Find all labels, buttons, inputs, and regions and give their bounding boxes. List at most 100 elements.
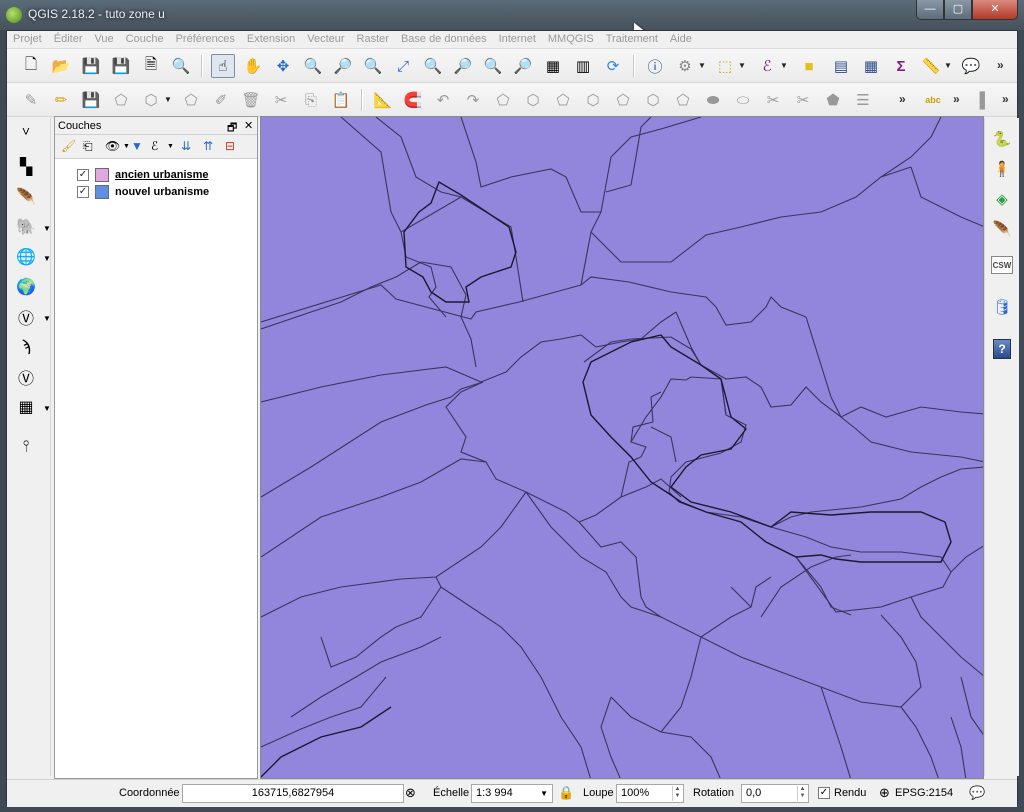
composer-manager-icon[interactable]: 🔍 [169,54,193,78]
move-feature-icon[interactable]: ⬡ [139,88,163,112]
zoom-layer-icon[interactable]: 🔎 [451,54,475,78]
toggle-editing-icon[interactable]: ✏ [49,88,73,112]
save-as-icon[interactable]: 💾 [109,54,133,78]
add-delimited-text-icon[interactable]: ϡ [13,334,39,360]
new-print-composer-icon[interactable]: 🗎 [139,54,163,78]
copy-icon[interactable]: ⎘ [299,88,323,112]
add-raster-layer-icon[interactable]: ▚ [13,154,39,180]
messages-icon[interactable]: 💬 [969,785,985,801]
chevron-down-icon[interactable]: ▼ [540,789,548,798]
layer-item[interactable]: ✓ nouvel urbanisme [77,184,209,200]
select-by-expression-icon[interactable]: ℰ [755,54,779,78]
add-wms-layer-icon[interactable]: 🌐 [13,244,39,270]
add-group-icon[interactable]: ⎗ [83,139,93,154]
remove-layer-icon[interactable]: ⊟ [225,139,235,153]
split-features-icon[interactable]: ✂ [761,88,785,112]
maximize-button[interactable]: ▢ [944,0,972,20]
pan-map-icon[interactable]: ☝ [211,54,235,78]
chevron-down-icon[interactable]: ▼ [43,254,51,263]
pan-hand-icon[interactable]: ✋ [241,54,265,78]
menu-vecteur[interactable]: Vecteur [301,31,350,45]
pan-to-selection-icon[interactable]: ✥ [271,54,295,78]
toolbar-overflow-button[interactable]: » [899,92,906,106]
chevron-down-icon[interactable]: ▼ [123,143,130,150]
node-tool-icon[interactable]: ⬠ [179,88,203,112]
add-wfs-layer-icon[interactable]: Ⓥ [13,304,39,330]
undo-icon[interactable]: ↶ [431,88,455,112]
attribute-table-icon[interactable]: ▤ [829,54,853,78]
visibility-icon[interactable]: 👁 [105,139,120,153]
menu-vue[interactable]: Vue [89,31,120,45]
csw-button[interactable]: CSW [989,252,1015,278]
rotation-spinbox[interactable]: 0,0 ▲ ▼ [741,784,809,803]
zoom-last-icon[interactable]: 🔍 [481,54,505,78]
run-action-icon[interactable]: ⚙ [673,54,697,78]
select-features-icon[interactable]: ⬚ [713,54,737,78]
processing-icon[interactable]: ▌ [973,88,997,112]
field-calculator-icon[interactable]: ▦ [859,54,883,78]
new-bookmark-icon[interactable]: ▥ [571,54,595,78]
minimize-button[interactable]: — [916,0,944,20]
python-console-icon[interactable]: 🐍 [989,126,1015,152]
zoom-out-icon[interactable]: 🔎 [331,54,355,78]
chevron-down-icon[interactable]: ▼ [43,314,51,323]
add-vector-layer-icon[interactable]: ⱽ [13,122,39,148]
grass-icon[interactable]: 🪶 [989,216,1015,242]
menu-couche[interactable]: Couche [120,31,170,45]
add-part-icon[interactable]: ⬡ [581,88,605,112]
current-edits-icon[interactable]: ✎ [19,88,43,112]
render-checkbox[interactable]: ✓ [818,787,830,799]
spin-arrows-icon[interactable]: ▲ ▼ [797,786,807,801]
geoserver-icon[interactable]: ◈ [989,186,1015,212]
zoom-native-icon[interactable]: 🔍 [361,54,385,78]
layer-visibility-checkbox[interactable]: ✓ [77,186,89,198]
zoom-in-icon[interactable]: 🔍 [301,54,325,78]
chevron-down-icon[interactable]: ▼ [738,61,746,70]
menu-preferences[interactable]: Préférences [170,31,241,45]
reshape-features-icon[interactable]: ⬬ [701,88,725,112]
expand-all-icon[interactable]: ⇊ [181,139,191,153]
menu-extension[interactable]: Extension [241,31,301,45]
add-db-layer-icon[interactable]: ▦ [13,394,39,420]
zoom-next-icon[interactable]: 🔎 [511,54,535,78]
lock-scale-icon[interactable]: 🔒 [558,785,574,801]
scale-combo[interactable]: 1:3 994 ▼ [471,784,553,803]
chevron-down-icon[interactable]: ▼ [780,61,788,70]
help-button[interactable]: ? [989,336,1015,362]
identify-features-icon[interactable]: ⓘ [643,54,667,78]
close-panel-icon[interactable]: ✕ [244,119,253,132]
menu-internet[interactable]: Internet [493,31,542,45]
new-map-view-icon[interactable]: ▦ [541,54,565,78]
redo-icon[interactable]: ↷ [461,88,485,112]
rotate-feature-icon[interactable]: ⬠ [491,88,515,112]
menu-aide[interactable]: Aide [664,31,698,45]
add-virtual-layer-icon[interactable]: Ⓥ [13,364,39,390]
digitize-icon[interactable]: ⫯ [13,434,39,460]
layer-styling-icon[interactable]: 🖌 [61,139,76,153]
zoom-selection-icon[interactable]: 🔍 [421,54,445,78]
new-project-icon[interactable]: 🗋 [19,54,43,78]
menu-projet[interactable]: Projet [7,31,48,45]
filter-expression-icon[interactable]: ℰ [151,139,158,153]
snapping-icon[interactable]: 📐 [371,88,395,112]
chevron-down-icon[interactable]: ▼ [43,224,51,233]
toolbar-overflow-button[interactable]: » [997,58,1004,72]
magnifier-spinbox[interactable]: 100% ▲ ▼ [616,784,684,803]
add-spatialite-layer-icon[interactable]: 🪶 [13,184,39,210]
collapse-all-icon[interactable]: ⇈ [203,139,213,153]
measure-icon[interactable]: 📏 [919,54,943,78]
split-parts-icon[interactable]: ✂ [791,88,815,112]
merge-features-icon[interactable]: ⬟ [821,88,845,112]
cut-icon[interactable]: ✂ [269,88,293,112]
coordinate-field[interactable]: 163715,6827954 [182,784,404,803]
open-project-icon[interactable]: 📂 [49,54,73,78]
chevron-down-icon[interactable]: ▼ [167,143,174,150]
db-manager-icon[interactable]: 🛢 [989,294,1015,320]
add-ring-icon[interactable]: ⬠ [551,88,575,112]
coordinate-toggle-icon[interactable]: ⊗ [405,785,416,801]
chevron-down-icon[interactable]: ▼ [164,95,172,104]
delete-part-icon[interactable]: ⬠ [671,88,695,112]
menu-editer[interactable]: Éditer [48,31,89,45]
delete-icon[interactable]: 🗑 [239,88,263,112]
menu-raster[interactable]: Raster [351,31,395,45]
